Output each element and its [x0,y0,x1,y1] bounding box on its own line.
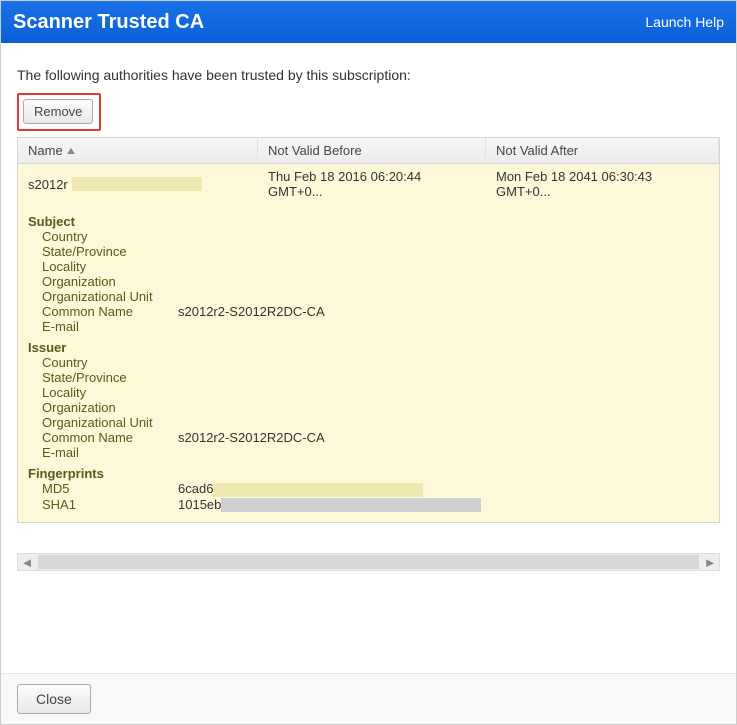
subject-state-label: State/Province [28,244,178,259]
sort-asc-icon [67,148,75,154]
dialog-title: Scanner Trusted CA [13,11,204,34]
scroll-left-icon[interactable]: ◄ [18,554,36,570]
issuer-state-value [178,370,709,385]
scrollbar-track[interactable] [38,555,699,569]
table-body: s2012r Thu Feb 18 2016 06:20:44 GMT+0...… [18,164,719,522]
md5-value: 6cad6 [178,481,709,497]
horizontal-scrollbar[interactable]: ◄ ► [17,553,720,571]
issuer-cn-label: Common Name [28,430,178,445]
sha1-value: 1015eb [178,497,709,513]
scroll-right-icon[interactable]: ► [701,554,719,570]
column-name[interactable]: Name [18,138,258,163]
dialog-body: The following authorities have been trus… [1,43,736,673]
redacted-text [213,483,423,497]
subject-cn-label: Common Name [28,304,178,319]
sha1-label: SHA1 [28,497,178,513]
subject-email-value [178,319,709,334]
remove-highlight: Remove [17,93,101,131]
subject-locality-value [178,259,709,274]
issuer-heading: Issuer [28,340,709,355]
md5-prefix: 6cad6 [178,481,213,496]
subject-org-value [178,274,709,289]
issuer-locality-label: Locality [28,385,178,400]
issuer-org-label: Organization [28,400,178,415]
issuer-state-label: State/Province [28,370,178,385]
issuer-cn-value: s2012r2-S2012R2DC-CA [178,430,709,445]
issuer-ou-value [178,415,709,430]
subject-ou-value [178,289,709,304]
column-not-valid-before[interactable]: Not Valid Before [258,138,486,163]
cell-name-prefix: s2012r [28,177,68,192]
subject-locality-label: Locality [28,259,178,274]
issuer-email-label: E-mail [28,445,178,460]
intro-text: The following authorities have been trus… [17,67,720,83]
column-name-label: Name [28,143,63,158]
subject-email-label: E-mail [28,319,178,334]
fingerprints-heading: Fingerprints [28,466,709,481]
ca-table: Name Not Valid Before Not Valid After s2… [17,137,720,523]
issuer-locality-value [178,385,709,400]
issuer-country-label: Country [28,355,178,370]
column-after-label: Not Valid After [496,143,578,158]
issuer-org-value [178,400,709,415]
scroll-region: The following authorities have been trus… [17,67,720,547]
cell-name: s2012r [18,169,258,199]
column-not-valid-after[interactable]: Not Valid After [486,138,719,163]
subject-cn-value: s2012r2-S2012R2DC-CA [178,304,709,319]
sha1-prefix: 1015eb [178,497,221,512]
launch-help-link[interactable]: Launch Help [645,14,724,30]
table-row[interactable]: s2012r Thu Feb 18 2016 06:20:44 GMT+0...… [18,164,719,204]
column-before-label: Not Valid Before [268,143,362,158]
dialog-window: Scanner Trusted CA Launch Help The follo… [0,0,737,725]
md5-label: MD5 [28,481,178,497]
subject-state-value [178,244,709,259]
subject-country-label: Country [28,229,178,244]
issuer-ou-label: Organizational Unit [28,415,178,430]
title-bar: Scanner Trusted CA Launch Help [1,1,736,43]
table-header: Name Not Valid Before Not Valid After [18,138,719,164]
cell-not-valid-before: Thu Feb 18 2016 06:20:44 GMT+0... [258,169,486,199]
subject-heading: Subject [28,214,709,229]
subject-country-value [178,229,709,244]
fade-overlay [17,599,720,617]
dialog-footer: Close [1,673,736,724]
issuer-country-value [178,355,709,370]
redacted-text [72,177,202,191]
subject-ou-label: Organizational Unit [28,289,178,304]
remove-button[interactable]: Remove [23,99,93,124]
subject-org-label: Organization [28,274,178,289]
row-details: Subject Country State/Province Locality … [18,204,719,522]
redacted-text [221,498,481,512]
close-button[interactable]: Close [17,684,91,714]
cell-not-valid-after: Mon Feb 18 2041 06:30:43 GMT+0... [486,169,719,199]
issuer-email-value [178,445,709,460]
